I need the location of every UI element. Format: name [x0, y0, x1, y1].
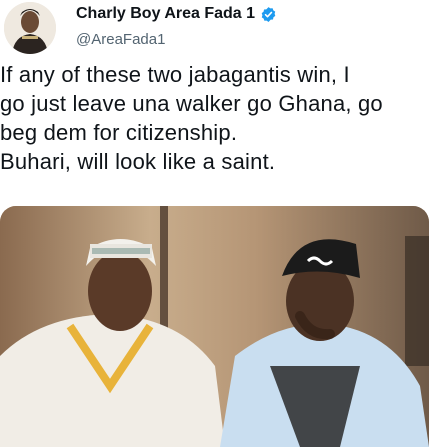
- photo-image: [0, 206, 429, 447]
- verified-badge-icon: [261, 6, 276, 22]
- avatar[interactable]: [4, 2, 56, 54]
- tweet-text-line: Buhari, will look like a saint.: [0, 149, 276, 174]
- display-name[interactable]: Charly Boy Area Fada 1: [76, 5, 255, 23]
- tweet-text-line: go just leave una walker go Ghana, go: [0, 91, 383, 116]
- author-row: Charly Boy Area Fada 1: [76, 5, 277, 23]
- tweet-text-line: If any of these two jabagantis win, I: [0, 62, 350, 87]
- avatar-image: [4, 2, 56, 54]
- tweet-text: If any of these two jabagantis win, I go…: [0, 60, 428, 176]
- tweet-text-line: beg dem for citizenship.: [0, 120, 238, 145]
- tweet-media-photo[interactable]: [0, 206, 429, 447]
- handle[interactable]: @AreaFada1: [76, 31, 165, 48]
